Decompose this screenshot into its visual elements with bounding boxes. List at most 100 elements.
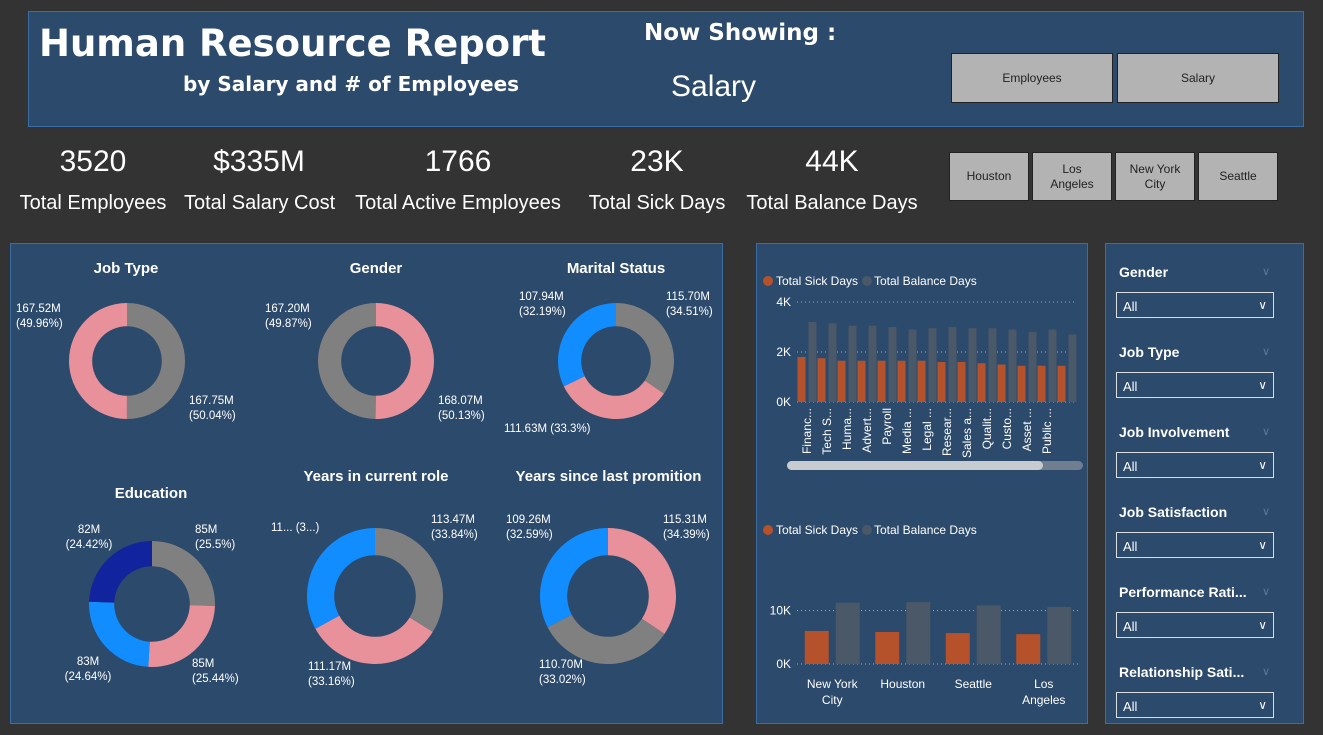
- bar[interactable]: [857, 360, 866, 402]
- slicer-dropdown[interactable]: All ∨: [1116, 612, 1274, 638]
- donut-slice[interactable]: [547, 614, 665, 664]
- bar[interactable]: [917, 360, 926, 402]
- city-button-los-angeles[interactable]: Los Angeles: [1032, 152, 1112, 201]
- slicer-dropdown[interactable]: All ∨: [1116, 372, 1274, 398]
- city-button-houston[interactable]: Houston: [949, 152, 1029, 201]
- donut-slice[interactable]: [126, 303, 186, 419]
- donut-label: 85M (25.44%): [192, 658, 239, 685]
- collapse-chevron-icon[interactable]: ∨: [1262, 585, 1270, 598]
- bar[interactable]: [804, 630, 829, 664]
- bar[interactable]: [817, 358, 826, 402]
- donut-label: 111.17M (33.16%): [308, 661, 355, 688]
- bar[interactable]: [945, 633, 970, 664]
- donut-label: 83M (24.64%): [64, 656, 112, 683]
- bar[interactable]: [976, 605, 1001, 664]
- slicers-panel: Gender ∨ All ∨ Job Type ∨ All ∨ Job Involvement ∨…: [1105, 243, 1304, 724]
- bar[interactable]: [968, 328, 977, 402]
- kpi-total-salary-value: $335M: [213, 145, 305, 178]
- bar[interactable]: [1057, 365, 1066, 402]
- salary-button[interactable]: Salary: [1117, 53, 1279, 103]
- slicer-title: Relationship Sati...: [1119, 664, 1245, 680]
- y-tick-label: 4K: [776, 295, 791, 309]
- employees-button[interactable]: Employees: [951, 53, 1113, 103]
- bar[interactable]: [888, 327, 897, 402]
- donut-slice[interactable]: [375, 528, 443, 632]
- donut-years-since-promotion: [540, 528, 676, 664]
- bar[interactable]: [875, 632, 900, 664]
- bar[interactable]: [868, 325, 877, 402]
- donut-label: 82M (24.42%): [65, 524, 113, 551]
- legend-sick-days-label: Total Sick Days: [776, 523, 858, 537]
- donut-slice[interactable]: [608, 528, 676, 634]
- x-category-label: Financ...: [800, 408, 814, 454]
- donut-label: 107.94M (32.19%): [519, 291, 566, 318]
- collapse-chevron-icon[interactable]: ∨: [1262, 265, 1270, 278]
- collapse-chevron-icon[interactable]: ∨: [1262, 665, 1270, 678]
- bar[interactable]: [828, 323, 837, 402]
- y-tick-label: 10K: [770, 604, 791, 618]
- slicer-dropdown[interactable]: All ∨: [1116, 532, 1274, 558]
- city-button-new-york-city[interactable]: New York City: [1115, 152, 1195, 201]
- slicer-title: Job Type: [1119, 344, 1180, 360]
- bar[interactable]: [837, 360, 846, 402]
- bar[interactable]: [848, 325, 857, 402]
- donut-education: [89, 541, 215, 667]
- bar[interactable]: [897, 360, 906, 402]
- donut-label: 110.70M (33.02%): [539, 659, 586, 686]
- collapse-chevron-icon[interactable]: ∨: [1262, 425, 1270, 438]
- donut-charts-panel: Job Type 167.52M (49.96%) 167.75M (50.04…: [10, 243, 723, 724]
- bar[interactable]: [1037, 365, 1046, 402]
- horizontal-scrollbar[interactable]: [787, 461, 1083, 470]
- bar[interactable]: [977, 363, 986, 402]
- bar[interactable]: [957, 362, 966, 402]
- collapse-chevron-icon[interactable]: ∨: [1262, 345, 1270, 358]
- bar[interactable]: [1016, 634, 1041, 664]
- donut-title-years-since-promotion: Years since last promition: [515, 468, 702, 485]
- bar[interactable]: [797, 357, 806, 402]
- city-button-seattle[interactable]: Seattle: [1198, 152, 1278, 201]
- donut-label: 115.70M (34.51%): [666, 291, 713, 318]
- slicer-title: Job Satisfaction: [1119, 504, 1228, 520]
- slicer-dropdown[interactable]: All ∨: [1116, 292, 1274, 318]
- bar[interactable]: [808, 322, 817, 402]
- bar[interactable]: [908, 329, 917, 403]
- x-category-label: New York City: [807, 677, 859, 707]
- donut-label: 115.31M (34.39%): [663, 514, 710, 541]
- bar-chart-by-department: Total Sick Days Total Balance Days 4K 2K 0…: [763, 274, 1077, 458]
- donut-slice[interactable]: [375, 303, 434, 419]
- donut-label: 113.47M (33.84%): [431, 514, 478, 541]
- bar[interactable]: [1028, 332, 1037, 402]
- x-category-label: Seattle: [955, 677, 993, 691]
- donut-slice[interactable]: [315, 615, 433, 664]
- scrollbar-thumb[interactable]: [787, 461, 1043, 470]
- bar[interactable]: [1017, 365, 1026, 402]
- slicer-title: Performance Rati...: [1119, 584, 1247, 600]
- slicer-dropdown[interactable]: All ∨: [1116, 452, 1274, 478]
- bar[interactable]: [928, 328, 937, 402]
- bar[interactable]: [906, 602, 931, 664]
- bar[interactable]: [877, 360, 886, 402]
- donut-slice[interactable]: [69, 303, 127, 419]
- donut-slice[interactable]: [317, 303, 376, 419]
- bar[interactable]: [1068, 334, 1077, 403]
- bar[interactable]: [937, 362, 946, 402]
- donut-slice[interactable]: [307, 528, 375, 629]
- collapse-chevron-icon[interactable]: ∨: [1262, 505, 1270, 518]
- bar[interactable]: [997, 364, 1006, 403]
- bar[interactable]: [835, 602, 860, 664]
- donut-label: 111.63M (33.3%): [504, 423, 591, 435]
- legend-balance-days-label: Total Balance Days: [874, 523, 977, 537]
- donut-label: 167.52M (49.96%): [16, 303, 63, 330]
- bar[interactable]: [1047, 606, 1072, 664]
- kpi-total-salary-label: Total Salary Cost: [184, 192, 336, 214]
- bar[interactable]: [1008, 329, 1017, 403]
- x-category-label: Qualit...: [980, 408, 994, 449]
- bar[interactable]: [1048, 329, 1057, 403]
- bar[interactable]: [948, 327, 957, 402]
- slicer-dropdown[interactable]: All ∨: [1116, 692, 1274, 718]
- donut-label: 167.75M (50.04%): [189, 395, 236, 422]
- kpi-total-employees-value: 3520: [59, 145, 127, 178]
- donut-gender: [317, 303, 434, 419]
- bar[interactable]: [988, 328, 997, 402]
- y-tick-label: 0K: [776, 657, 791, 671]
